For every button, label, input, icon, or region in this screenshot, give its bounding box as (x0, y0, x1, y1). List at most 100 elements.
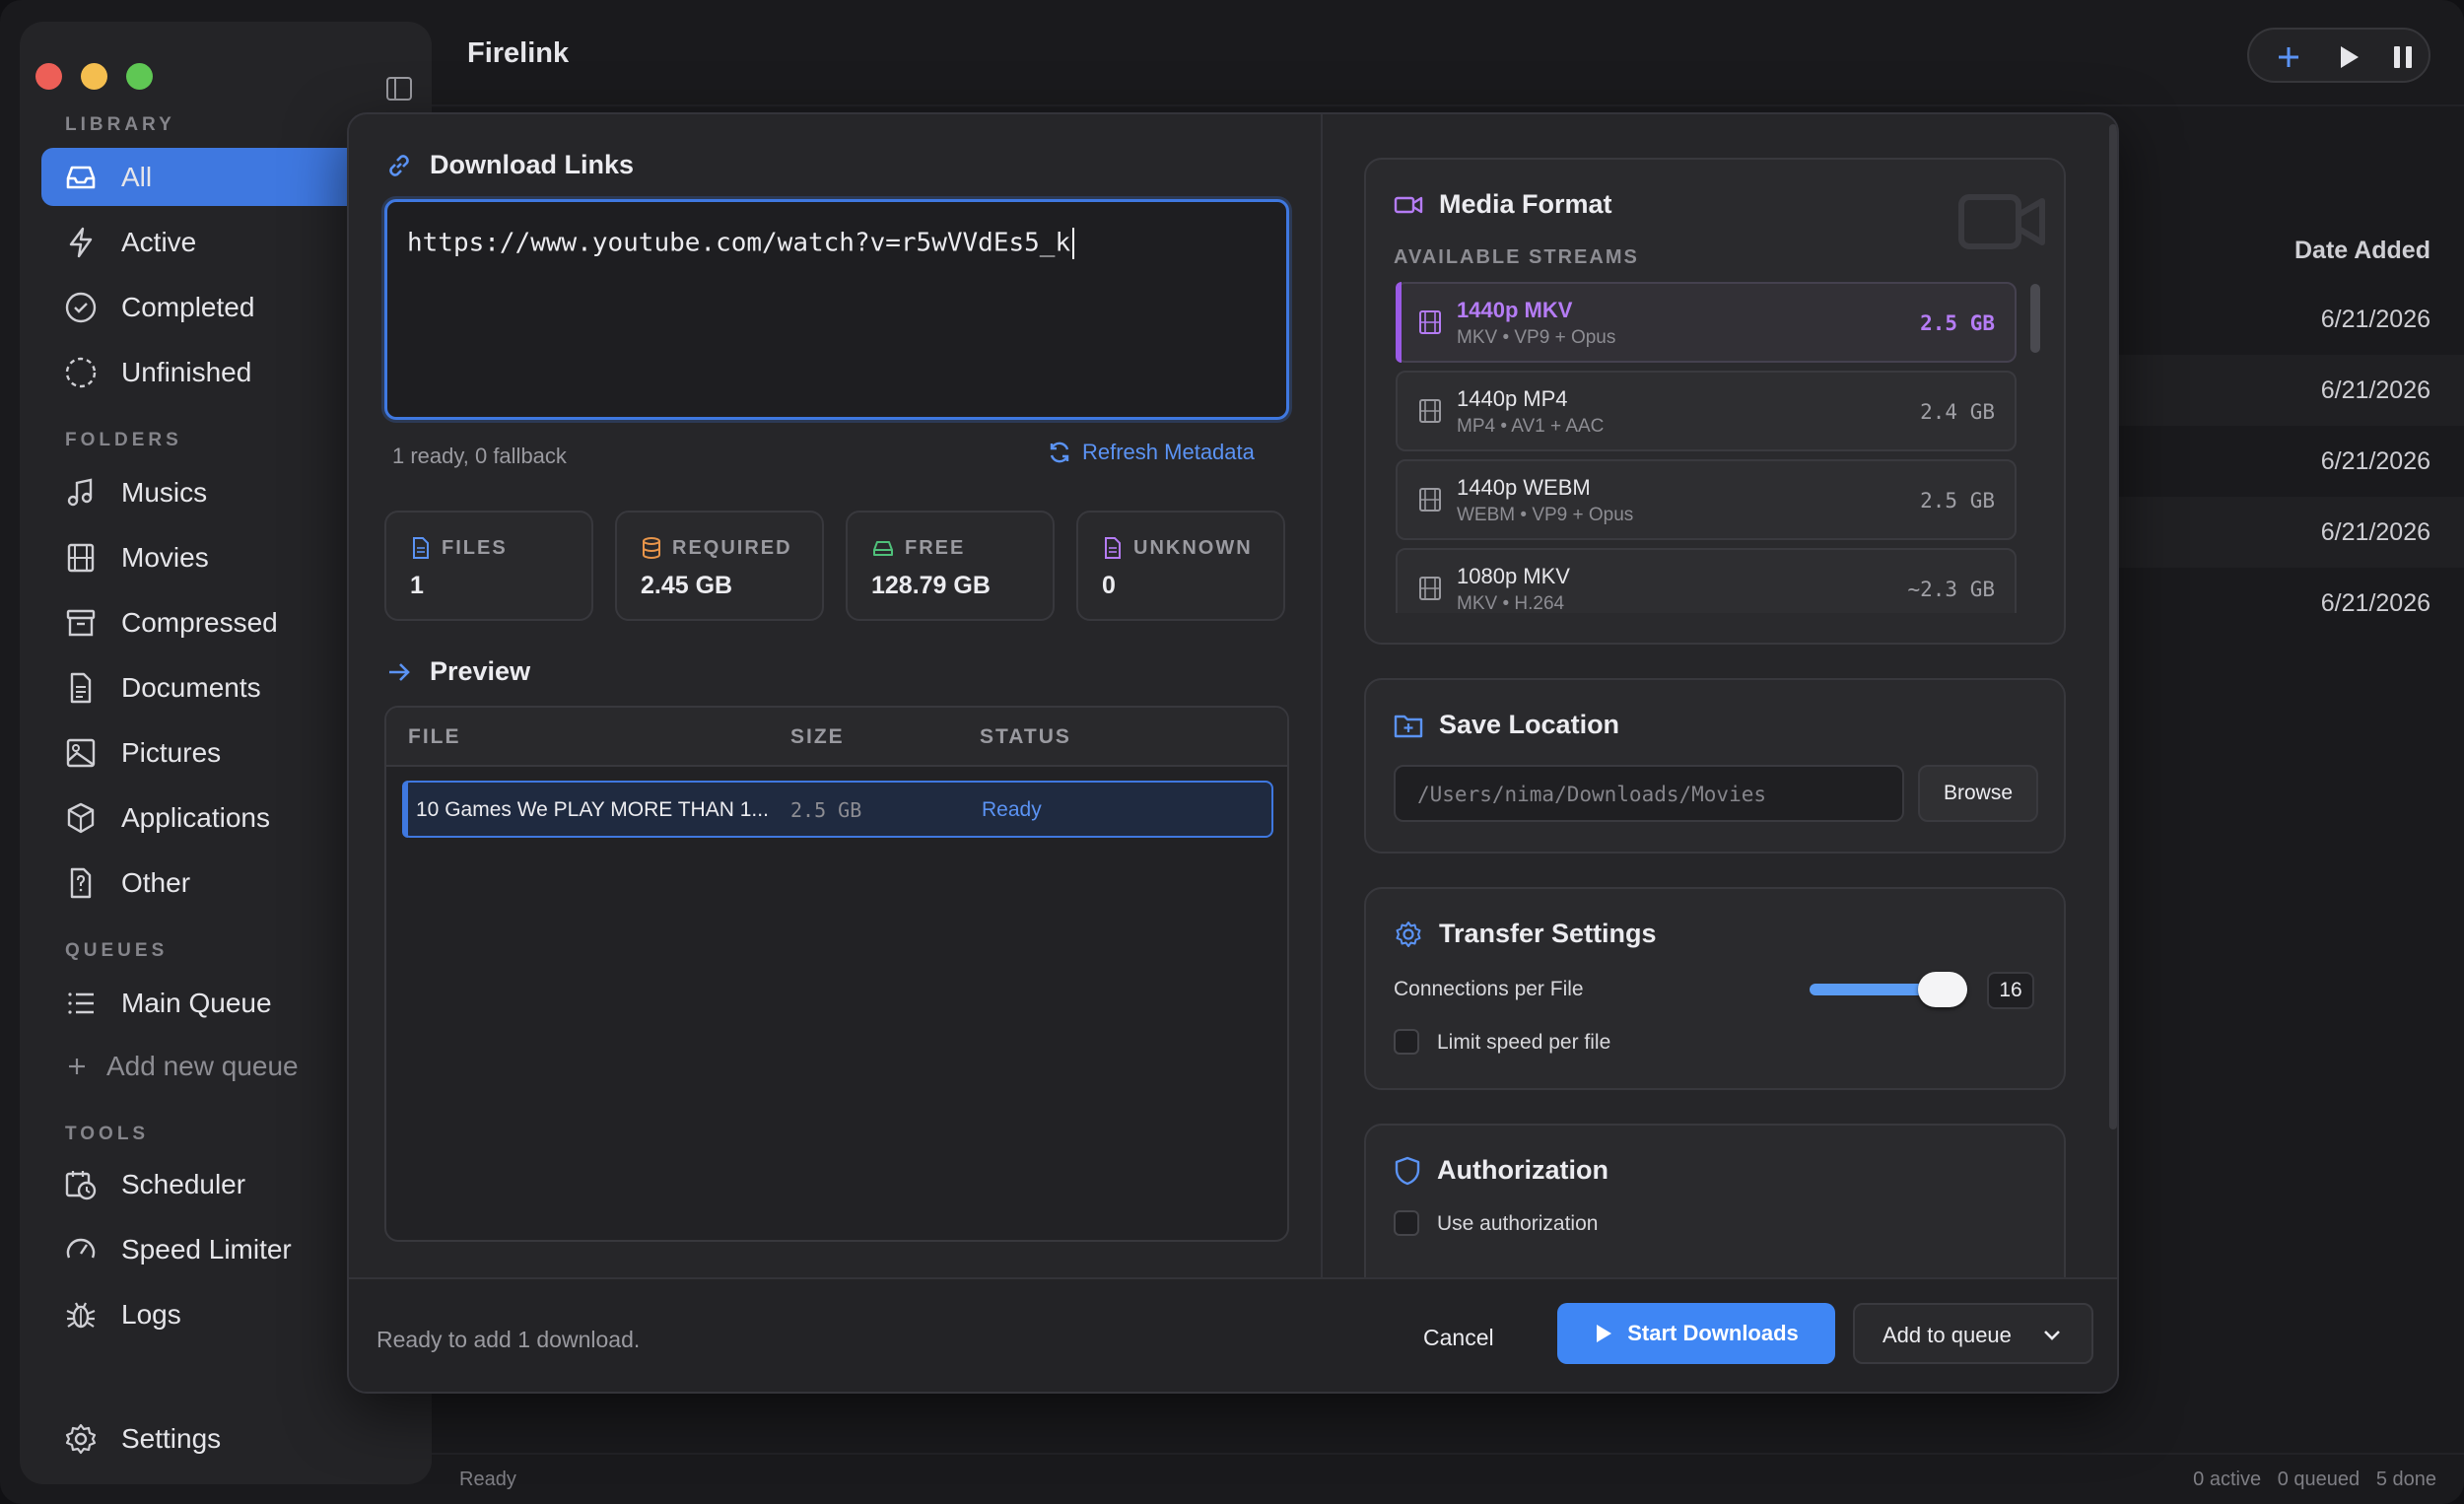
database-icon (643, 537, 660, 559)
film-icon (1419, 399, 1441, 423)
preview-header: Preview (384, 656, 530, 687)
add-to-queue-button[interactable]: Add to queue (1853, 1303, 2093, 1364)
table-row[interactable]: 6/21/2026 (2119, 355, 2464, 426)
cube-icon (67, 802, 95, 833)
stat-value: 0 (1102, 572, 1116, 599)
stream-option[interactable]: 1440p MP4 MP4 • AV1 + AAC 2.4 GB (1396, 371, 2017, 451)
stream-size: 2.4 GB (1920, 400, 1995, 424)
gauge-icon (66, 1238, 96, 1258)
stream-list-scrollbar[interactable] (2030, 284, 2040, 353)
download-links-textarea[interactable]: https://www.youtube.com/watch?v=r5wVVdEs… (384, 199, 1289, 420)
stat-value: 128.79 GB (871, 572, 991, 599)
stream-name: 1440p MP4 (1457, 386, 1568, 411)
stream-option[interactable]: 1080p MKV MKV • H.264 ~2.3 GB (1396, 548, 2017, 613)
stream-size: 2.5 GB (1920, 489, 1995, 513)
shield-icon (1395, 1156, 1420, 1185)
gear-icon (1396, 921, 1421, 947)
column-divider (1321, 114, 1323, 1277)
add-download-icon[interactable] (2269, 37, 2308, 77)
stream-size: 2.5 GB (1920, 311, 1995, 335)
sidebar-item-label: Other (121, 866, 191, 898)
connections-value[interactable]: 16 (1987, 972, 2034, 1009)
right-column-scrollbar[interactable] (2109, 124, 2117, 1129)
column-header-date-added[interactable]: Date Added (2294, 237, 2430, 265)
sidebar-item-settings[interactable]: Settings (41, 1409, 406, 1468)
video-camera-watermark-icon (1958, 194, 2045, 249)
sidebar-item-label: Pictures (121, 736, 222, 768)
header-divider (432, 104, 2464, 106)
date-cell: 6/21/2026 (2320, 518, 2430, 546)
stream-option[interactable]: 1440p MKV MKV • VP9 + Opus 2.5 GB (1396, 282, 2017, 363)
stat-label: FREE (905, 536, 966, 559)
use-authorization-label: Use authorization (1437, 1212, 1599, 1235)
image-icon (66, 738, 96, 767)
authorization-header: Authorization (1394, 1155, 1608, 1186)
available-streams-label: AVAILABLE STREAMS (1394, 246, 1639, 268)
status-text: Ready (459, 1469, 516, 1490)
stream-name: 1080p MKV (1457, 564, 1570, 588)
table-row[interactable]: 6/21/2026 (2119, 497, 2464, 568)
close-window-button[interactable] (35, 63, 62, 90)
section-title: Transfer Settings (1439, 919, 1657, 948)
add-queue-label: Add new queue (106, 1050, 299, 1081)
drive-icon (873, 541, 893, 556)
stat-value: 2.45 GB (641, 572, 733, 599)
film-icon (67, 543, 95, 572)
queue-counts: 0 active 0 queued 5 done (2193, 1469, 2436, 1490)
check-circle-icon (65, 292, 97, 322)
sidebar-item-label: Active (121, 226, 197, 257)
play-icon[interactable] (2328, 37, 2367, 77)
transfer-settings-panel: Transfer Settings Connections per File 1… (1364, 887, 2066, 1090)
preview-table-header: FILE SIZE STATUS (386, 708, 1287, 767)
authorization-panel: Authorization Use authorization (1364, 1124, 2066, 1301)
chevron-down-icon[interactable] (2042, 1329, 2062, 1342)
url-value: https://www.youtube.com/watch?v=r5wVVdEs… (407, 228, 1071, 258)
date-cell: 6/21/2026 (2320, 589, 2430, 617)
stat-label: FILES (442, 536, 508, 559)
sidebar-item-label: Documents (121, 671, 261, 703)
section-title: Save Location (1439, 710, 1620, 739)
toolbar-group (2247, 28, 2430, 83)
stream-detail: MP4 • AV1 + AAC (1457, 416, 1605, 437)
list-icon (68, 991, 94, 1014)
stream-option[interactable]: 1440p WEBM WEBM • VP9 + Opus 2.5 GB (1396, 459, 2017, 540)
file-icon (1105, 537, 1121, 559)
connections-slider-knob[interactable] (1918, 972, 1967, 1007)
sidebar-item-label: Compressed (121, 606, 278, 638)
sidebar-item-label: Completed (121, 291, 255, 322)
zoom-window-button[interactable] (126, 63, 153, 90)
cancel-button[interactable]: Cancel (1423, 1325, 1494, 1351)
sidebar-toggle-icon[interactable] (386, 77, 412, 101)
limit-speed-checkbox[interactable] (1394, 1029, 1419, 1055)
stream-name: 1440p MKV (1457, 298, 1573, 322)
table-row[interactable]: 6/21/2026 (2119, 568, 2464, 639)
app-window: LIBRARY All Active Completed Unfinished … (0, 0, 2464, 1504)
section-label-queues: QUEUES (65, 940, 169, 961)
sidebar-item-label: Scheduler (121, 1168, 246, 1199)
save-path-input[interactable]: /Users/nima/Downloads/Movies (1394, 765, 1904, 822)
table-row[interactable]: 10 Games We PLAY MORE THAN 1... 2.5 GB R… (402, 781, 1273, 838)
document-icon (70, 672, 92, 703)
section-label-tools: TOOLS (65, 1124, 150, 1144)
refresh-metadata-button[interactable]: Refresh Metadata (1047, 440, 1255, 465)
film-icon (1419, 310, 1441, 334)
sidebar-item-label: Musics (121, 476, 208, 508)
section-title: Authorization (1437, 1155, 1608, 1185)
use-authorization-checkbox[interactable] (1394, 1210, 1419, 1236)
arrow-right-icon (389, 662, 410, 681)
table-row[interactable]: 6/21/2026 (2119, 426, 2464, 497)
stream-detail: WEBM • VP9 + Opus (1457, 505, 1634, 525)
browse-button[interactable]: Browse (1918, 765, 2038, 822)
download-links-header: Download Links (384, 150, 634, 180)
save-location-header: Save Location (1394, 710, 1619, 740)
file-icon (413, 537, 429, 559)
calendar-clock-icon (65, 1170, 97, 1199)
start-downloads-button[interactable]: Start Downloads (1557, 1303, 1835, 1364)
pause-icon[interactable] (2383, 37, 2423, 77)
stat-label: UNKNOWN (1133, 536, 1253, 559)
link-icon (389, 154, 409, 176)
table-row[interactable]: 6/21/2026 (2119, 284, 2464, 355)
question-file-icon (70, 867, 92, 898)
minimize-window-button[interactable] (81, 63, 107, 90)
bug-icon (66, 1302, 96, 1328)
